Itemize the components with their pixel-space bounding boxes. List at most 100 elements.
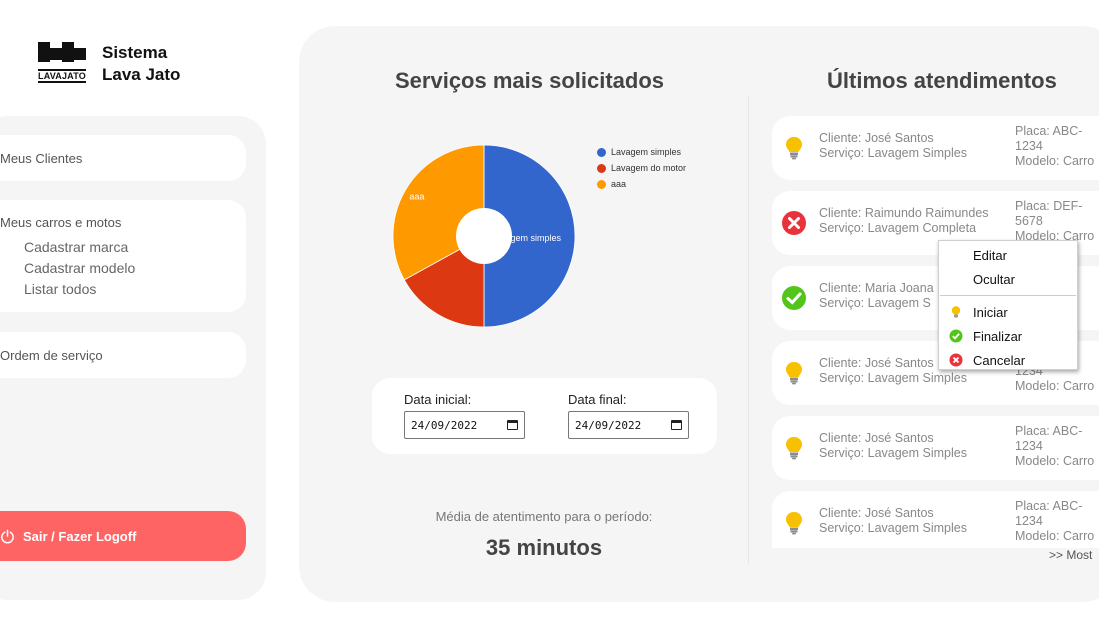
record-info: Cliente: Raimundo Raimundes Serviço: Lava… xyxy=(819,206,989,236)
calendar-icon[interactable] xyxy=(671,420,682,430)
legend-item[interactable]: Lavagem do motor xyxy=(597,160,686,176)
lightbulb-icon xyxy=(780,134,808,162)
legend-swatch xyxy=(597,163,606,173)
start-date-field: Data inicial: 24/09/2022 xyxy=(404,392,525,439)
record-plate-prefix: Placa: DEF- xyxy=(1015,199,1083,213)
end-date-label: Data final: xyxy=(568,392,627,407)
record-model: Modelo: Carro xyxy=(1015,379,1095,393)
sidebar-subitem-list-all[interactable]: Listar todos xyxy=(0,279,246,300)
sidebar-item-label: Meus Clientes xyxy=(0,150,83,166)
menu-item-finish[interactable]: Finalizar xyxy=(939,324,1077,348)
record-info: Cliente: José Santos Serviço: Lavagem Sim… xyxy=(819,431,967,461)
average-value: 35 minutos xyxy=(485,535,603,560)
services-donut-chart: Lavagem simples aaa xyxy=(392,144,576,328)
record-vehicle: Placa: ABC- 1234 Modelo: Carro xyxy=(1015,124,1094,169)
cancel-circle-icon xyxy=(780,209,808,237)
sidebar-item-clients[interactable]: Meus Clientes xyxy=(0,135,246,181)
sidebar: Meus Clientes Meus carros e motos Cadast… xyxy=(0,116,266,600)
menu-item-label: Iniciar xyxy=(973,304,1008,320)
legend-item[interactable]: Lavagem simples xyxy=(597,144,686,160)
show-more-link[interactable]: >> Most xyxy=(1049,548,1092,562)
menu-item-hide[interactable]: Ocultar xyxy=(939,267,1077,291)
record-plate-number: 1234 xyxy=(1015,139,1043,153)
record-service: Serviço: Lavagem Simples xyxy=(819,371,967,385)
record-card[interactable]: Cliente: José Santos Serviço: Lavagem Sim… xyxy=(772,116,1099,180)
start-date-input[interactable]: 24/09/2022 xyxy=(404,411,525,439)
services-title: Serviços mais solicitados xyxy=(395,68,665,93)
record-client: Cliente: José Santos xyxy=(819,431,934,445)
lightbulb-icon xyxy=(780,434,808,462)
app-title-line1: Sistema xyxy=(102,43,168,62)
sidebar-subitem-register-brand[interactable]: Cadastrar marca xyxy=(0,237,246,258)
lightbulb-icon xyxy=(780,359,808,387)
context-menu: Editar Ocultar Iniciar Finalizar Cancela… xyxy=(938,240,1078,370)
record-model: Modelo: Carro xyxy=(1015,454,1095,468)
record-vehicle: Placa: DEF- 5678 Modelo: Carro xyxy=(1015,199,1094,244)
record-service: Serviço: Lavagem Simples xyxy=(819,521,967,535)
end-date-field: Data final: 24/09/2022 xyxy=(568,392,689,439)
sidebar-group-vehicles: Meus carros e motos Cadastrar marca Cada… xyxy=(0,200,246,312)
sidebar-subitem-register-model[interactable]: Cadastrar modelo xyxy=(0,258,246,279)
pie-slice-label: aaa xyxy=(409,191,424,201)
record-client: Cliente: Maria Joana xyxy=(819,281,934,295)
record-vehicle: Placa: ABC- 1234 Modelo: Carro xyxy=(1015,424,1094,469)
start-date-value: 24/09/2022 xyxy=(411,418,478,432)
check-circle-icon xyxy=(780,284,808,312)
legend-label: aaa xyxy=(611,179,627,189)
power-icon xyxy=(1,529,14,543)
date-filter-card: Data inicial: 24/09/2022 Data final: 24/… xyxy=(372,378,717,454)
record-service: Serviço: Lavagem Completa xyxy=(819,221,977,235)
legend-swatch xyxy=(597,179,606,189)
logout-button[interactable]: Sair / Fazer Logoff xyxy=(0,511,246,561)
lightbulb-icon xyxy=(951,306,961,318)
cancel-circle-icon xyxy=(949,353,963,367)
legend-swatch xyxy=(597,147,606,157)
record-client: Cliente: Raimundo Raimundes xyxy=(819,206,989,220)
record-info: Cliente: Maria Joana Serviço: Lavagem S xyxy=(819,281,934,311)
record-plate-prefix: Placa: ABC- xyxy=(1015,499,1083,513)
legend-label: Lavagem do motor xyxy=(611,163,687,173)
menu-item-label: Cancelar xyxy=(973,352,1026,368)
average-label: Média de atentimento para o período: xyxy=(435,509,653,524)
end-date-value: 24/09/2022 xyxy=(575,418,642,432)
record-plate-number: 5678 xyxy=(1015,214,1043,228)
record-plate-number: 1234 xyxy=(1015,514,1043,528)
legend-item[interactable]: aaa xyxy=(597,176,686,192)
calendar-icon[interactable] xyxy=(507,420,518,430)
record-client: Cliente: José Santos xyxy=(819,131,934,145)
menu-item-start[interactable]: Iniciar xyxy=(939,300,1077,324)
menu-item-label: Finalizar xyxy=(973,328,1023,344)
record-info: Cliente: José Santos Serviço: Lavagem Sim… xyxy=(819,131,967,161)
record-model: Modelo: Carro xyxy=(1015,529,1095,543)
records-title: Últimos atendimentos xyxy=(827,68,1057,93)
lightbulb-icon xyxy=(780,509,808,537)
sidebar-item-vehicles[interactable]: Meus carros e motos xyxy=(0,215,246,230)
app-logo: LAVAJATO Sistema Lava Jato xyxy=(38,42,180,86)
record-client: Cliente: José Santos xyxy=(819,506,934,520)
check-circle-icon xyxy=(949,329,963,343)
menu-item-cancel[interactable]: Cancelar xyxy=(939,348,1077,372)
record-service: Serviço: Lavagem Simples xyxy=(819,446,967,460)
sidebar-item-service-order[interactable]: Ordem de serviço xyxy=(0,332,246,378)
record-plate-prefix: Placa: ABC- xyxy=(1015,124,1083,138)
app-title-line2: Lava Jato xyxy=(102,65,181,84)
record-vehicle: Placa: ABC- 1234 Modelo: Carro xyxy=(1015,499,1094,544)
menu-item-edit[interactable]: Editar xyxy=(939,243,1077,267)
end-date-input[interactable]: 24/09/2022 xyxy=(568,411,689,439)
checkered-flag-icon: LAVAJATO xyxy=(38,42,94,83)
record-service: Serviço: Lavagem S xyxy=(819,296,931,310)
logout-label: Sair / Fazer Logoff xyxy=(23,528,137,544)
pie-slice-label: Lavagem simples xyxy=(491,233,562,243)
sidebar-item-label: Ordem de serviço xyxy=(0,347,103,363)
record-card[interactable]: Cliente: José Santos Serviço: Lavagem Sim… xyxy=(772,491,1099,548)
menu-item-label: Editar xyxy=(973,247,1007,263)
menu-item-label: Ocultar xyxy=(973,271,1015,287)
section-divider xyxy=(748,96,749,564)
legend-label: Lavagem simples xyxy=(611,147,682,157)
start-date-label: Data inicial: xyxy=(404,392,472,407)
record-model: Modelo: Carro xyxy=(1015,154,1095,168)
menu-separator xyxy=(940,295,1076,296)
logo-text: LAVAJATO xyxy=(38,69,86,83)
record-card[interactable]: Cliente: José Santos Serviço: Lavagem Sim… xyxy=(772,416,1099,480)
record-service: Serviço: Lavagem Simples xyxy=(819,146,967,160)
